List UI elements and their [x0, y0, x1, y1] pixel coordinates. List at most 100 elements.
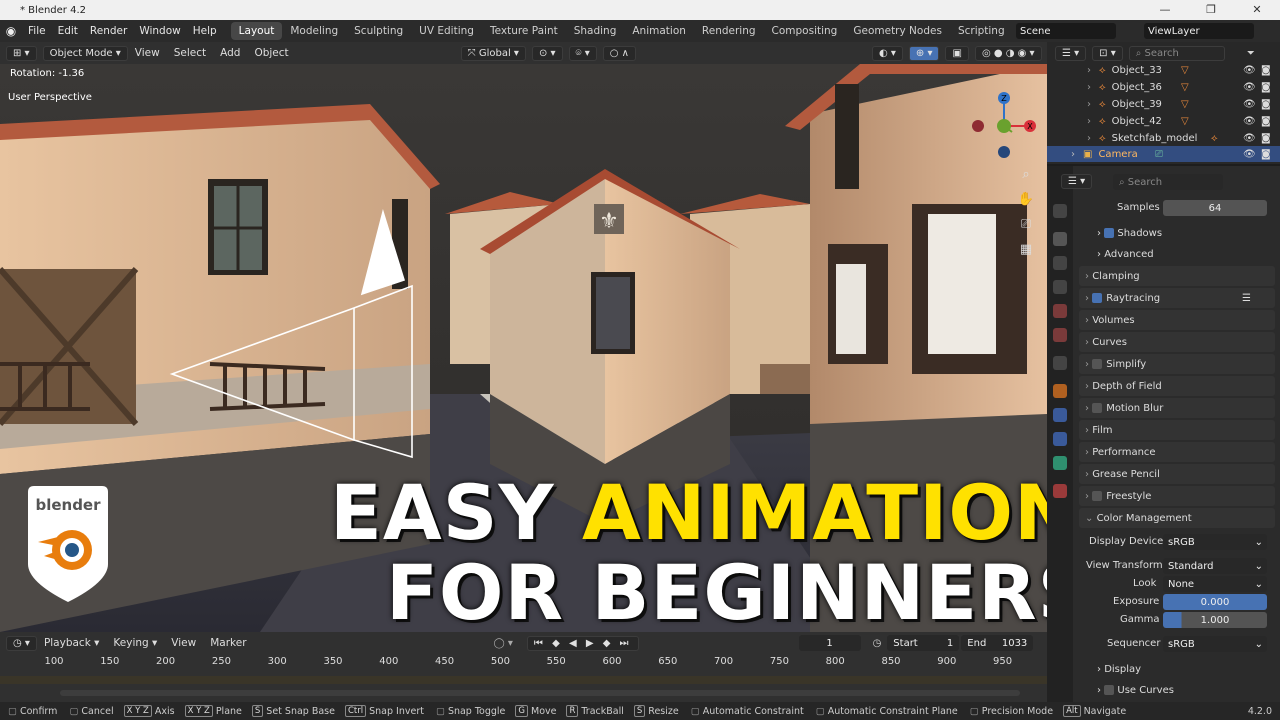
outliner-row[interactable]: › ⟡ Object_36 ▽ 👁 ◙ — [1047, 79, 1280, 95]
camera-data-tab-icon[interactable] — [1053, 456, 1067, 470]
look-dropdown[interactable]: None ⌄ — [1163, 576, 1267, 592]
render-tab-icon[interactable] — [1053, 232, 1067, 246]
timeline-menu-marker[interactable]: Marker — [203, 637, 253, 649]
gamma-field[interactable]: 1.000 — [1163, 612, 1267, 628]
tab-rendering[interactable]: Rendering — [694, 22, 764, 40]
tab-modeling[interactable]: Modeling — [282, 22, 346, 40]
panel-color-management[interactable]: ⌄ Color Management — [1079, 508, 1275, 528]
properties-editor-type[interactable]: ☰ ▾ — [1061, 174, 1093, 189]
viewport-menu-add[interactable]: Add — [213, 47, 247, 59]
panel-volumes[interactable]: › Volumes — [1079, 310, 1275, 330]
panel-grease-pencil[interactable]: › Grease Pencil — [1079, 464, 1275, 484]
maximize-button[interactable]: ❐ — [1188, 0, 1234, 20]
outliner-row[interactable]: › ⟡ Object_39 ▽ 👁 ◙ — [1047, 96, 1280, 112]
tab-uv-editing[interactable]: UV Editing — [411, 22, 482, 40]
world-tab-icon[interactable] — [1053, 328, 1067, 342]
frame-ruler[interactable]: 100 150 200 250 300 350 400 450 500 550 600 650 700 7… — [0, 656, 1047, 670]
shadows-row[interactable]: › Shadows — [1097, 228, 1162, 239]
filter-icon[interactable]: ⏷ — [1247, 48, 1255, 59]
viewport-menu-select[interactable]: Select — [167, 47, 213, 59]
menu-window[interactable]: Window — [133, 25, 186, 37]
scene-tab-icon[interactable] — [1053, 304, 1067, 318]
render-camera-icon[interactable]: ◙ — [1261, 149, 1271, 160]
mode-dropdown[interactable]: Object Mode ▾ — [42, 45, 128, 61]
visibility-eye-icon[interactable]: 👁 — [1243, 65, 1256, 76]
texture-tab-icon[interactable] — [1053, 484, 1067, 498]
timeline-menu-view[interactable]: View — [164, 637, 203, 649]
visibility-eye-icon[interactable]: 👁 — [1243, 133, 1256, 144]
tab-geometry-nodes[interactable]: Geometry Nodes — [845, 22, 950, 40]
use-curves-subpanel[interactable]: › Use Curves — [1097, 685, 1174, 696]
panel-motion-blur[interactable]: › Motion Blur — [1079, 398, 1275, 418]
object-tab-icon[interactable] — [1053, 384, 1067, 398]
tab-animation[interactable]: Animation — [624, 22, 694, 40]
preview-range-icon[interactable]: ◷ — [873, 638, 882, 649]
outliner-display-mode[interactable]: ⊡ ▾ — [1092, 45, 1123, 61]
viewport-menu-object[interactable]: Object — [247, 47, 295, 59]
timeline-editor-type[interactable]: ◷ ▾ — [6, 635, 37, 651]
viewport-menu-view[interactable]: View — [128, 47, 167, 59]
outliner-row-selected[interactable]: › ▣ Camera ⎚ 👁 ◙ — [1047, 146, 1280, 162]
navigation-gizmo[interactable]: Z X — [964, 88, 1040, 158]
playback-controls[interactable]: ⏮ ◆ ◀ ▶ ◆ ⏭ — [526, 635, 639, 651]
pan-hand-icon[interactable]: ✋ — [1016, 187, 1036, 212]
display-device-dropdown[interactable]: sRGB ⌄ — [1163, 534, 1267, 550]
expand-arrow-icon[interactable]: › — [1087, 82, 1091, 93]
raytracing-checkbox[interactable] — [1092, 293, 1103, 303]
render-camera-icon[interactable]: ◙ — [1261, 65, 1271, 76]
simplify-checkbox[interactable] — [1092, 359, 1103, 369]
panel-performance[interactable]: › Performance — [1079, 442, 1275, 462]
menu-file[interactable]: File — [22, 25, 52, 37]
expand-arrow-icon[interactable]: › — [1087, 116, 1091, 127]
motion-blur-checkbox[interactable] — [1092, 403, 1103, 413]
close-button[interactable]: ✕ — [1234, 0, 1280, 20]
outliner-search[interactable]: ⌕ Search — [1128, 45, 1225, 61]
visibility-eye-icon[interactable]: 👁 — [1243, 99, 1256, 110]
outliner-row[interactable]: › ⟡ Object_33 ▽ 👁 ◙ — [1047, 62, 1280, 78]
list-options-icon[interactable]: ☰ — [1242, 293, 1251, 304]
expand-arrow-icon[interactable]: › — [1071, 149, 1075, 160]
timeline-scrollbar[interactable] — [60, 690, 1020, 696]
keyframe-summary-track[interactable] — [0, 676, 1047, 684]
tab-sculpting[interactable]: Sculpting — [346, 22, 411, 40]
outliner-row[interactable]: › ⟡ Object_42 ▽ 👁 ◙ — [1047, 113, 1280, 129]
end-frame-field[interactable]: End 1033 — [961, 635, 1034, 651]
exposure-field[interactable]: 0.000 — [1163, 594, 1267, 610]
panel-film[interactable]: › Film — [1079, 420, 1275, 440]
visibility-eye-icon[interactable]: 👁 — [1243, 149, 1256, 160]
output-tab-icon[interactable] — [1053, 256, 1067, 270]
visibility-eye-icon[interactable]: 👁 — [1243, 116, 1256, 127]
zoom-icon[interactable]: ⌕ — [1016, 162, 1036, 187]
expand-arrow-icon[interactable]: › — [1087, 65, 1091, 76]
expand-arrow-icon[interactable]: › — [1087, 99, 1091, 110]
scene-selector[interactable]: Scene — [1016, 23, 1116, 39]
render-camera-icon[interactable]: ◙ — [1261, 116, 1271, 127]
minimize-button[interactable]: — — [1142, 0, 1188, 20]
shading-modes[interactable]: ◎ ● ◑ ◉ ▾ — [974, 45, 1042, 61]
pivot-dropdown[interactable]: ⊙ ▾ — [531, 45, 563, 61]
expand-arrow-icon[interactable]: › — [1087, 133, 1091, 144]
constraint-tab-icon[interactable] — [1053, 432, 1067, 446]
panel-freestyle[interactable]: › Freestyle — [1079, 486, 1275, 506]
use-curves-checkbox[interactable] — [1104, 685, 1115, 695]
view-layer-selector[interactable]: ViewLayer — [1144, 23, 1254, 39]
panel-clamping[interactable]: › Clamping — [1079, 266, 1275, 286]
tab-scripting[interactable]: Scripting — [950, 22, 1013, 40]
freestyle-checkbox[interactable] — [1092, 491, 1103, 501]
panel-depth-of-field[interactable]: › Depth of Field — [1079, 376, 1275, 396]
advanced-subpanel[interactable]: › Advanced — [1097, 249, 1154, 260]
collection-tab-icon[interactable] — [1053, 356, 1067, 370]
outliner-row[interactable]: › ⟡ Sketchfab_model ⟡ 👁 ◙ — [1047, 130, 1280, 146]
visibility-eye-icon[interactable]: 👁 — [1243, 82, 1256, 93]
proportional-edit-toggle[interactable]: ○ ∧ — [602, 45, 636, 61]
modifier-tab-icon[interactable] — [1053, 408, 1067, 422]
ortho-grid-icon[interactable]: ▦ — [1016, 237, 1036, 262]
3d-viewport[interactable]: ⚜ Rotation: -1.36 User Perspective Z X ⌕… — [0, 64, 1047, 632]
render-camera-icon[interactable]: ◙ — [1261, 133, 1271, 144]
tab-shading[interactable]: Shading — [566, 22, 625, 40]
samples-field[interactable]: 64 — [1163, 200, 1267, 216]
tab-compositing[interactable]: Compositing — [764, 22, 846, 40]
orientation-dropdown[interactable]: ⤧ Global ▾ — [460, 45, 526, 61]
tab-layout[interactable]: Layout — [230, 22, 283, 40]
start-frame-field[interactable]: Start 1 — [887, 635, 960, 651]
